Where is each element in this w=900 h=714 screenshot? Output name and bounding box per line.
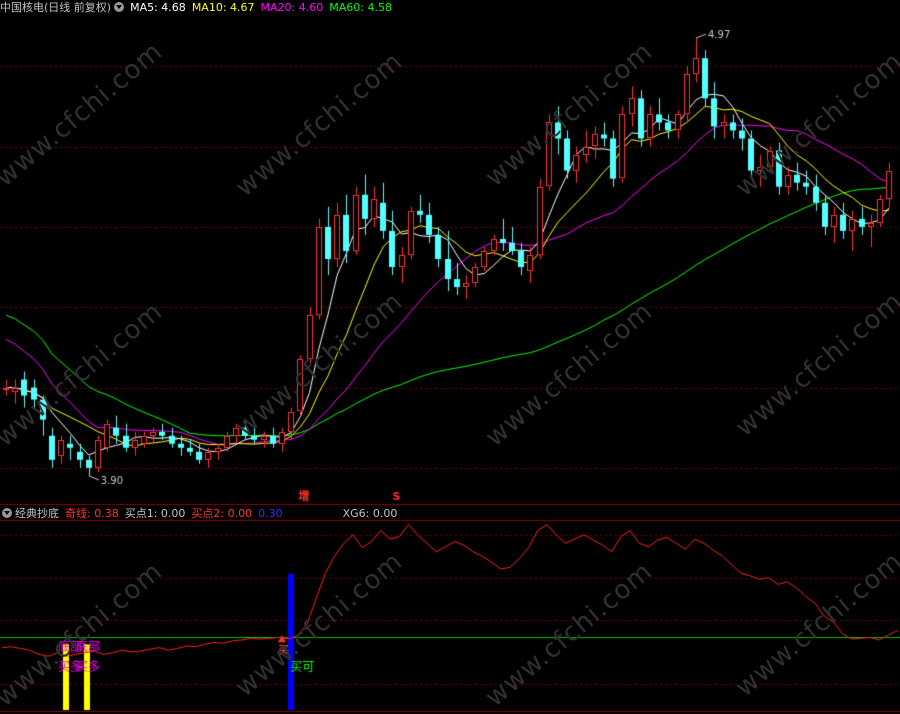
chevron-down-icon[interactable] bbox=[2, 508, 12, 518]
xg6-readout: XG6: 0.00 bbox=[342, 507, 398, 520]
qixian-readout: 奇线: 0.38 bbox=[65, 507, 119, 520]
ma20-readout: MA20: 4.60 bbox=[260, 1, 324, 14]
indicator-title: 经典抄底 bbox=[15, 507, 59, 520]
indicator-header: 经典抄底 奇线: 0.38 买点1: 0.00 买点2: 0.00 0.30 XG6: 0… bbox=[0, 506, 403, 522]
value4-readout: 0.30 bbox=[258, 507, 283, 520]
ma60-readout: MA60: 4.58 bbox=[329, 1, 392, 14]
chevron-down-icon[interactable] bbox=[114, 2, 125, 12]
main-chart-header: 中国核电(日线 前复权) MA5: 4.68 MA10: 4.67 MA20: 4.6… bbox=[0, 0, 398, 16]
buy2-readout: 买点2: 0.00 bbox=[191, 507, 253, 520]
chart-title: 中国核电(日线 前复权) bbox=[0, 1, 112, 14]
ma5-readout: MA5: 4.68 bbox=[130, 1, 186, 14]
buy1-readout: 买点1: 0.00 bbox=[124, 507, 186, 520]
ma10-readout: MA10: 4.67 bbox=[191, 1, 255, 14]
